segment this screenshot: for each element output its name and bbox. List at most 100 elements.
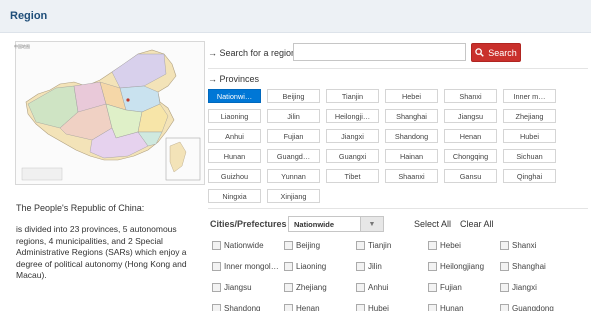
city-checkbox-item[interactable]: Tianjin <box>356 240 428 251</box>
checkbox[interactable] <box>284 262 293 271</box>
search-label: → Search for a region <box>208 48 296 58</box>
city-label: Hunan <box>440 304 464 311</box>
city-province-select[interactable]: Nationwide ▼ <box>288 216 384 232</box>
province-button[interactable]: Jiangsu <box>444 109 497 123</box>
province-button[interactable]: Jiangxi <box>326 129 379 143</box>
city-checkbox-item[interactable]: Hubei <box>356 303 428 311</box>
city-checkbox-item[interactable]: Jilin <box>356 261 428 272</box>
province-button[interactable]: Shanghai <box>385 109 438 123</box>
province-button[interactable]: Shanxi <box>444 89 497 103</box>
checkbox[interactable] <box>212 262 221 271</box>
province-button[interactable]: Inner m… <box>503 89 556 103</box>
search-label-text: Search for a region <box>219 48 297 58</box>
checkbox[interactable] <box>356 304 365 311</box>
province-button[interactable]: Tianjin <box>326 89 379 103</box>
province-button[interactable]: Hainan <box>385 149 438 163</box>
checkbox[interactable] <box>500 241 509 250</box>
city-checkbox-item[interactable]: Anhui <box>356 282 428 293</box>
city-checkbox-item[interactable]: Hunan <box>428 303 500 311</box>
province-button[interactable]: Liaoning <box>208 109 261 123</box>
checkbox[interactable] <box>356 241 365 250</box>
province-button[interactable]: Beijing <box>267 89 320 103</box>
map-caption: 中国地图 <box>14 44 30 49</box>
city-checkbox-item[interactable]: Henan <box>284 303 356 311</box>
city-label: Shandong <box>224 304 261 311</box>
checkbox[interactable] <box>500 283 509 292</box>
search-button[interactable]: Search <box>471 43 521 62</box>
chevron-down-icon[interactable]: ▼ <box>360 217 383 231</box>
province-button[interactable]: Ningxia <box>208 189 261 203</box>
china-map-image <box>15 41 205 185</box>
province-button[interactable]: Fujian <box>267 129 320 143</box>
checkbox[interactable] <box>500 304 509 311</box>
checkbox[interactable] <box>356 262 365 271</box>
city-checkbox-item[interactable]: Zhejiang <box>284 282 356 293</box>
city-label: Jiangxi <box>512 283 537 292</box>
checkbox[interactable] <box>428 241 437 250</box>
province-button[interactable]: Anhui <box>208 129 261 143</box>
province-button[interactable]: Xinjiang <box>267 189 320 203</box>
province-button[interactable]: Hebei <box>385 89 438 103</box>
checkbox[interactable] <box>212 241 221 250</box>
checkbox[interactable] <box>284 283 293 292</box>
city-checkbox-item[interactable]: Shandong <box>212 303 284 311</box>
province-button[interactable]: Qinghai <box>503 169 556 183</box>
province-button[interactable]: Chongqing <box>444 149 497 163</box>
city-label: Heilongjiang <box>440 262 485 271</box>
arrow-icon: → <box>208 74 217 84</box>
city-checkbox-item[interactable]: Jiangsu <box>212 282 284 293</box>
clear-all-link[interactable]: Clear All <box>460 219 494 229</box>
city-label: Tianjin <box>368 241 392 250</box>
city-label: Hebei <box>440 241 461 250</box>
checkbox[interactable] <box>284 241 293 250</box>
province-button[interactable]: Zhejiang <box>503 109 556 123</box>
search-button-label: Search <box>488 47 517 58</box>
province-button[interactable]: Shandong <box>385 129 438 143</box>
province-button[interactable]: Sichuan <box>503 149 556 163</box>
checkbox[interactable] <box>500 262 509 271</box>
checkbox[interactable] <box>212 304 221 311</box>
city-checkbox-item[interactable]: Nationwide <box>212 240 284 251</box>
checkbox[interactable] <box>428 283 437 292</box>
cities-toolbar: Cities/Prefectures Nationwide ▼ Select A… <box>210 216 580 232</box>
search-input[interactable] <box>293 43 466 61</box>
city-checkbox-item[interactable]: Jiangxi <box>500 282 572 293</box>
select-all-link[interactable]: Select All <box>414 219 451 229</box>
city-label: Guangdong <box>512 304 554 311</box>
city-label: Hubei <box>368 304 389 311</box>
province-button[interactable]: Gansu <box>444 169 497 183</box>
city-checkbox-item[interactable]: Fujian <box>428 282 500 293</box>
city-checkbox-item[interactable]: Guangdong <box>500 303 572 311</box>
province-button[interactable]: Nationwi… <box>208 89 261 103</box>
province-button[interactable]: Yunnan <box>267 169 320 183</box>
province-button[interactable]: Guangd… <box>267 149 320 163</box>
checkbox[interactable] <box>284 304 293 311</box>
province-button[interactable]: Heilongji… <box>326 109 379 123</box>
city-label: Henan <box>296 304 320 311</box>
province-button[interactable]: Shaanxi <box>385 169 438 183</box>
page-header: Region <box>0 0 591 33</box>
city-checkbox-item[interactable]: Liaoning <box>284 261 356 272</box>
province-button[interactable]: Guizhou <box>208 169 261 183</box>
city-checkbox-item[interactable]: Beijing <box>284 240 356 251</box>
city-checkbox-item[interactable]: Inner mongol… <box>212 261 284 272</box>
checkbox[interactable] <box>428 304 437 311</box>
city-label: Zhejiang <box>296 283 327 292</box>
city-checkbox-item[interactable]: Hebei <box>428 240 500 251</box>
checkbox[interactable] <box>356 283 365 292</box>
province-button[interactable]: Tibet <box>326 169 379 183</box>
province-button[interactable]: Hunan <box>208 149 261 163</box>
province-button[interactable]: Jilin <box>267 109 320 123</box>
checkbox[interactable] <box>428 262 437 271</box>
provinces-heading: → Provinces <box>208 74 259 84</box>
province-button[interactable]: Hubei <box>503 129 556 143</box>
city-checkbox-item[interactable]: Shanxi <box>500 240 572 251</box>
province-button[interactable]: Guangxi <box>326 149 379 163</box>
city-label: Inner mongol… <box>224 262 279 271</box>
city-checkbox-item[interactable]: Shanghai <box>500 261 572 272</box>
city-checkbox-item[interactable]: Heilongjiang <box>428 261 500 272</box>
checkbox[interactable] <box>212 283 221 292</box>
provinces-grid: Nationwi… Beijing Tianjin Hebei Shanxi Inner … <box>208 89 562 203</box>
divider <box>208 68 588 69</box>
province-button[interactable]: Henan <box>444 129 497 143</box>
